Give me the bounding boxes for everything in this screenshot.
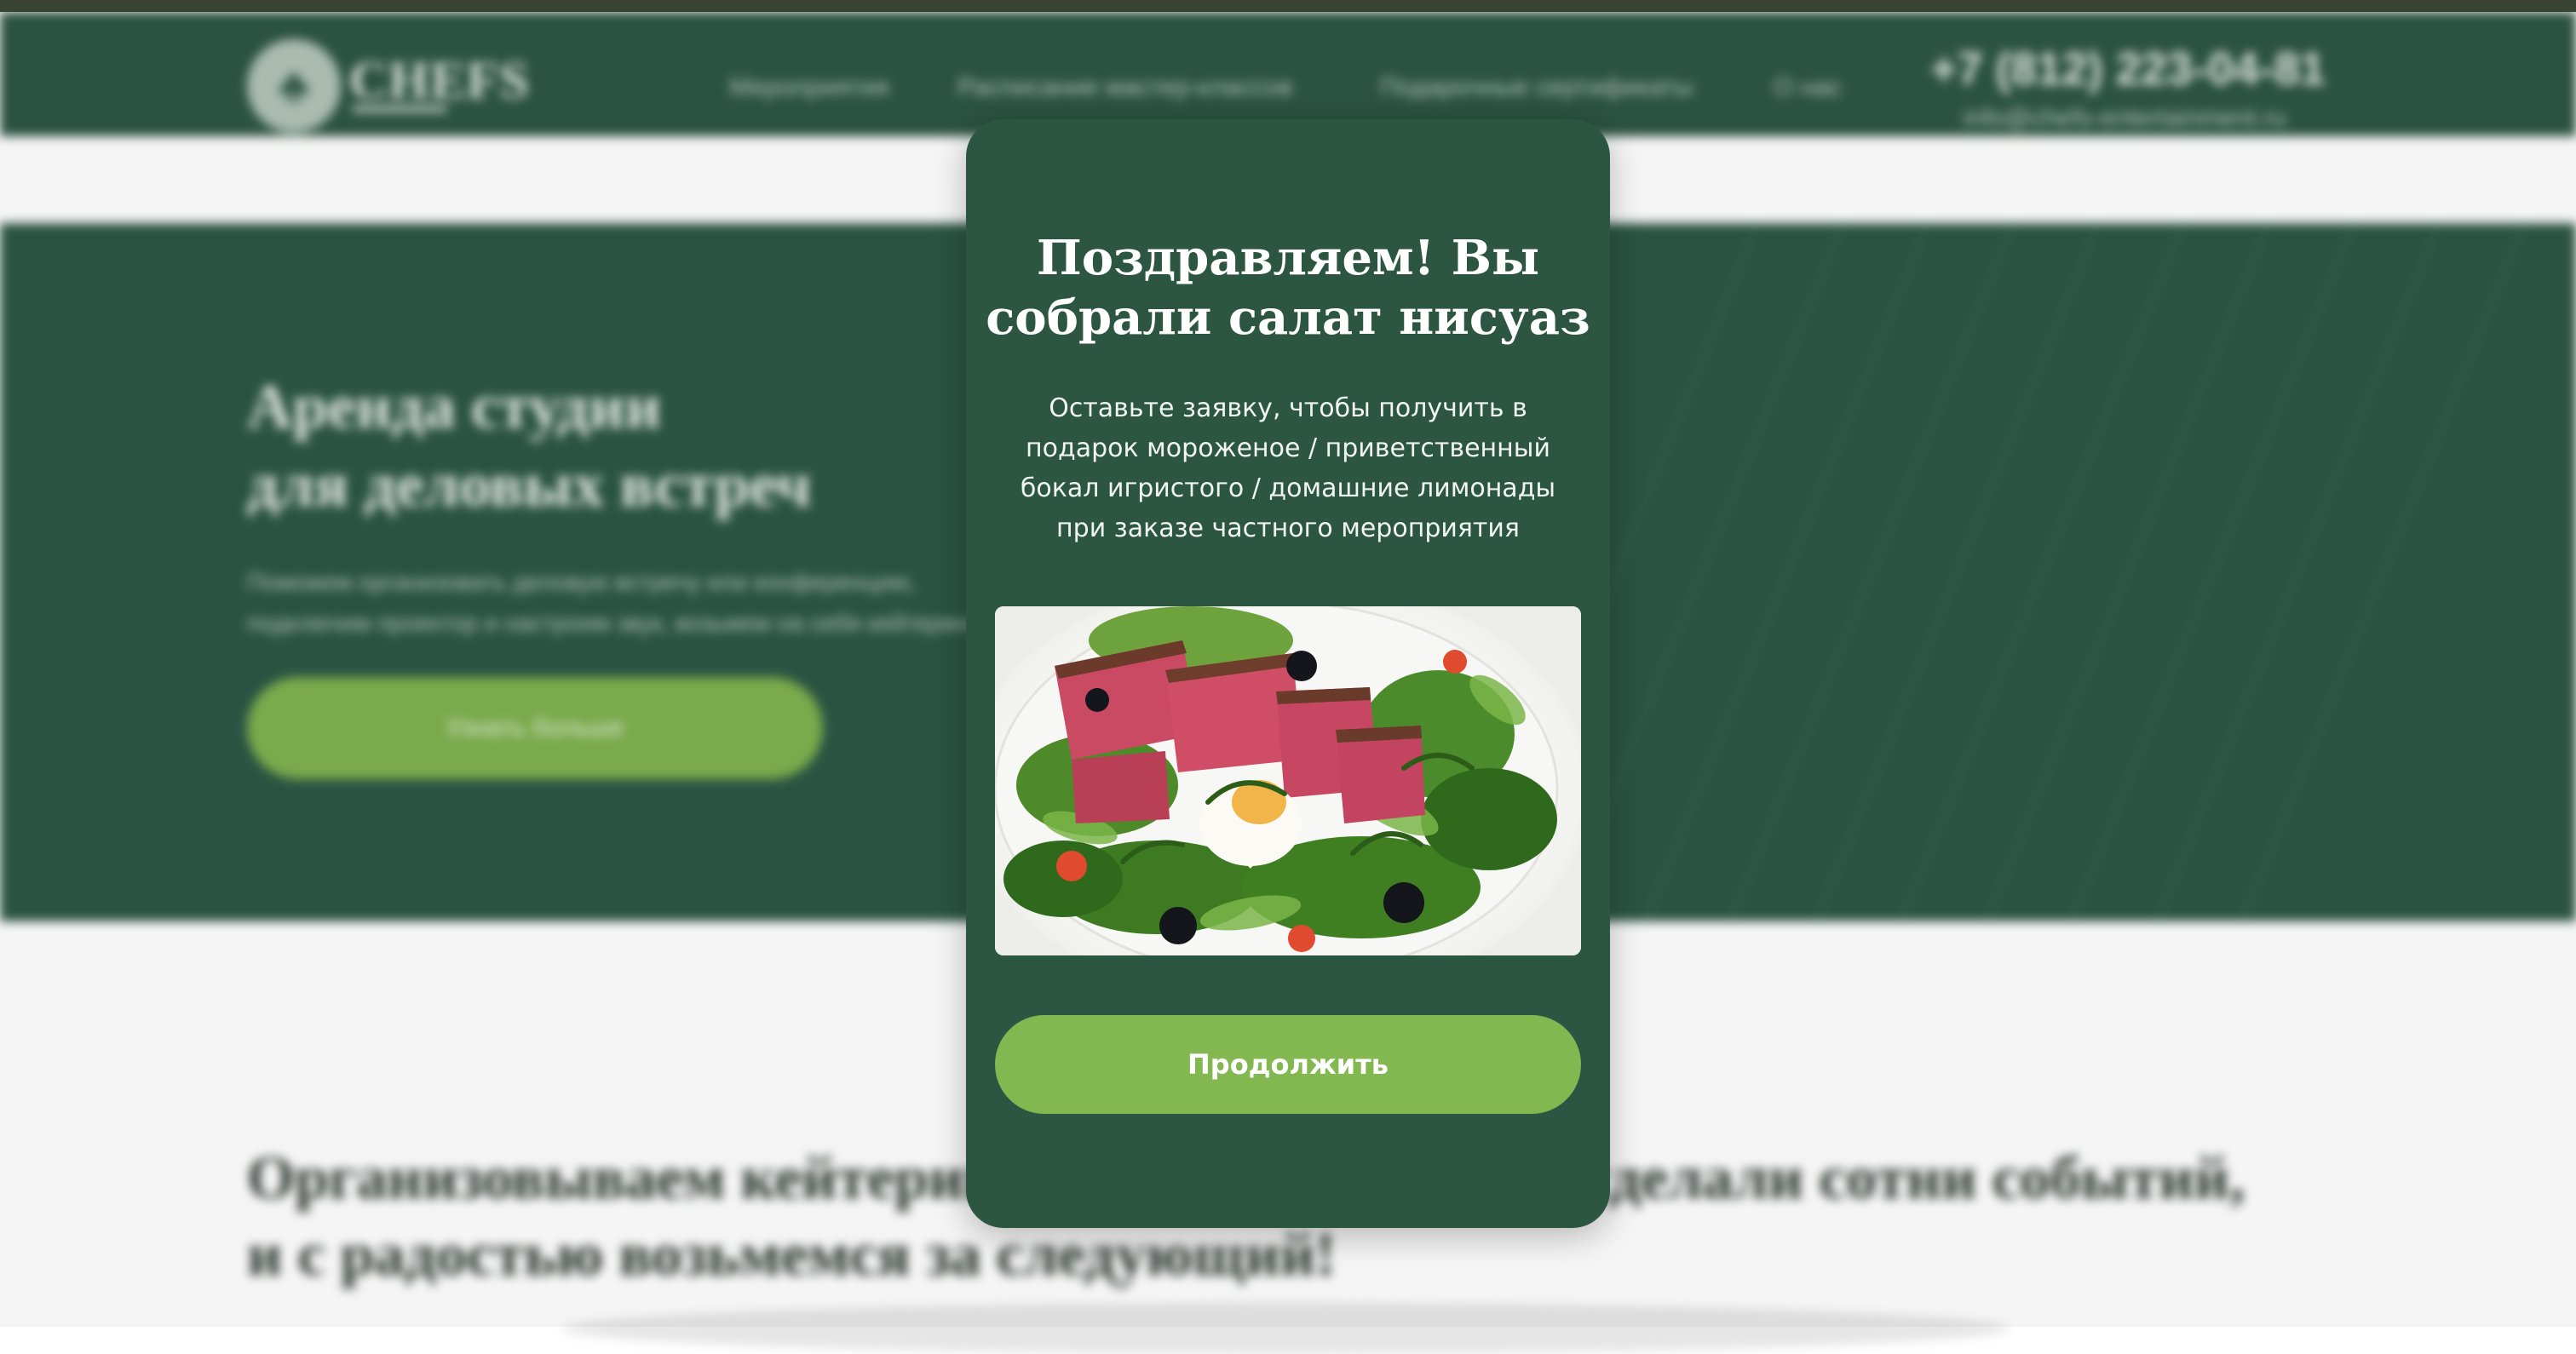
salad-image [995, 606, 1581, 955]
continue-button[interactable]: Продолжить [995, 1015, 1581, 1114]
modal-description: Оставьте заявку, чтобы получить в подаро… [1020, 393, 1556, 543]
congrats-modal: Поздравляем! Вы собрали салат нисуаз Ост… [966, 119, 1610, 1228]
modal-title: Поздравляем! Вы собрали салат нисуаз [986, 230, 1590, 346]
